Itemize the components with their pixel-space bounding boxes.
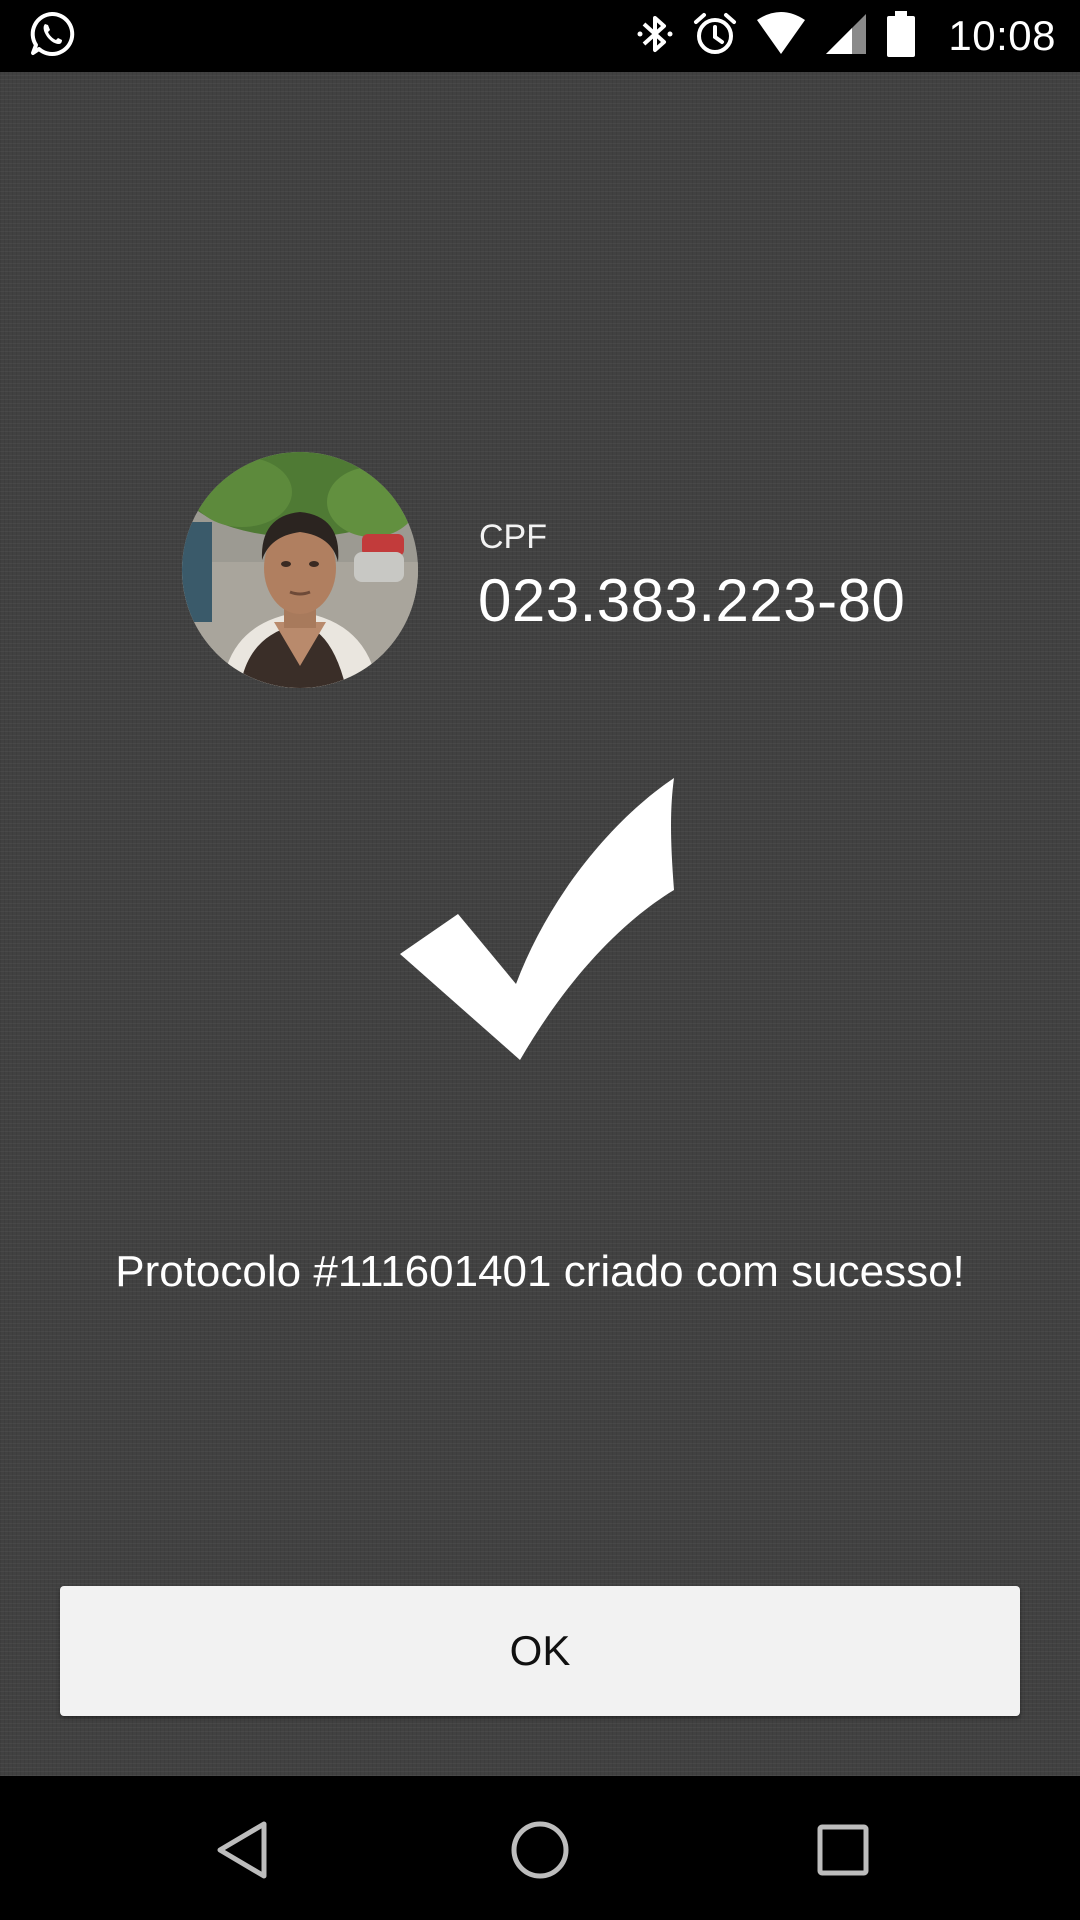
success-message: Protocolo #111601401 criado com sucesso! bbox=[115, 1247, 965, 1296]
whatsapp-icon bbox=[28, 10, 76, 63]
recents-button[interactable] bbox=[803, 1812, 883, 1892]
signal-icon bbox=[824, 12, 868, 61]
alarm-icon bbox=[692, 11, 738, 62]
wifi-icon bbox=[756, 11, 806, 61]
status-bar: 10:08 bbox=[0, 0, 1080, 72]
home-icon bbox=[510, 1820, 570, 1885]
back-button[interactable] bbox=[202, 1812, 282, 1892]
cpf-label: CPF bbox=[479, 518, 547, 556]
avatar bbox=[182, 452, 418, 688]
checkmark-icon bbox=[400, 778, 680, 1060]
battery-icon bbox=[886, 10, 916, 63]
bluetooth-icon bbox=[636, 11, 674, 62]
clock: 10:08 bbox=[948, 12, 1056, 59]
back-icon bbox=[214, 1820, 270, 1885]
home-button[interactable] bbox=[500, 1812, 580, 1892]
notification-icons bbox=[28, 10, 76, 63]
main-content: CPF 023.383.223-80 Protocolo #111601401 … bbox=[0, 72, 1080, 1776]
ok-button[interactable]: OK bbox=[60, 1586, 1020, 1716]
system-icons: 10:08 bbox=[636, 10, 1056, 62]
navigation-bar bbox=[0, 1776, 1080, 1920]
recents-icon bbox=[816, 1823, 870, 1882]
cpf-value: 023.383.223-80 bbox=[478, 567, 906, 634]
screen: 10:08 CPF 023.383.223-80 Protocolo #1116… bbox=[0, 0, 1080, 1920]
